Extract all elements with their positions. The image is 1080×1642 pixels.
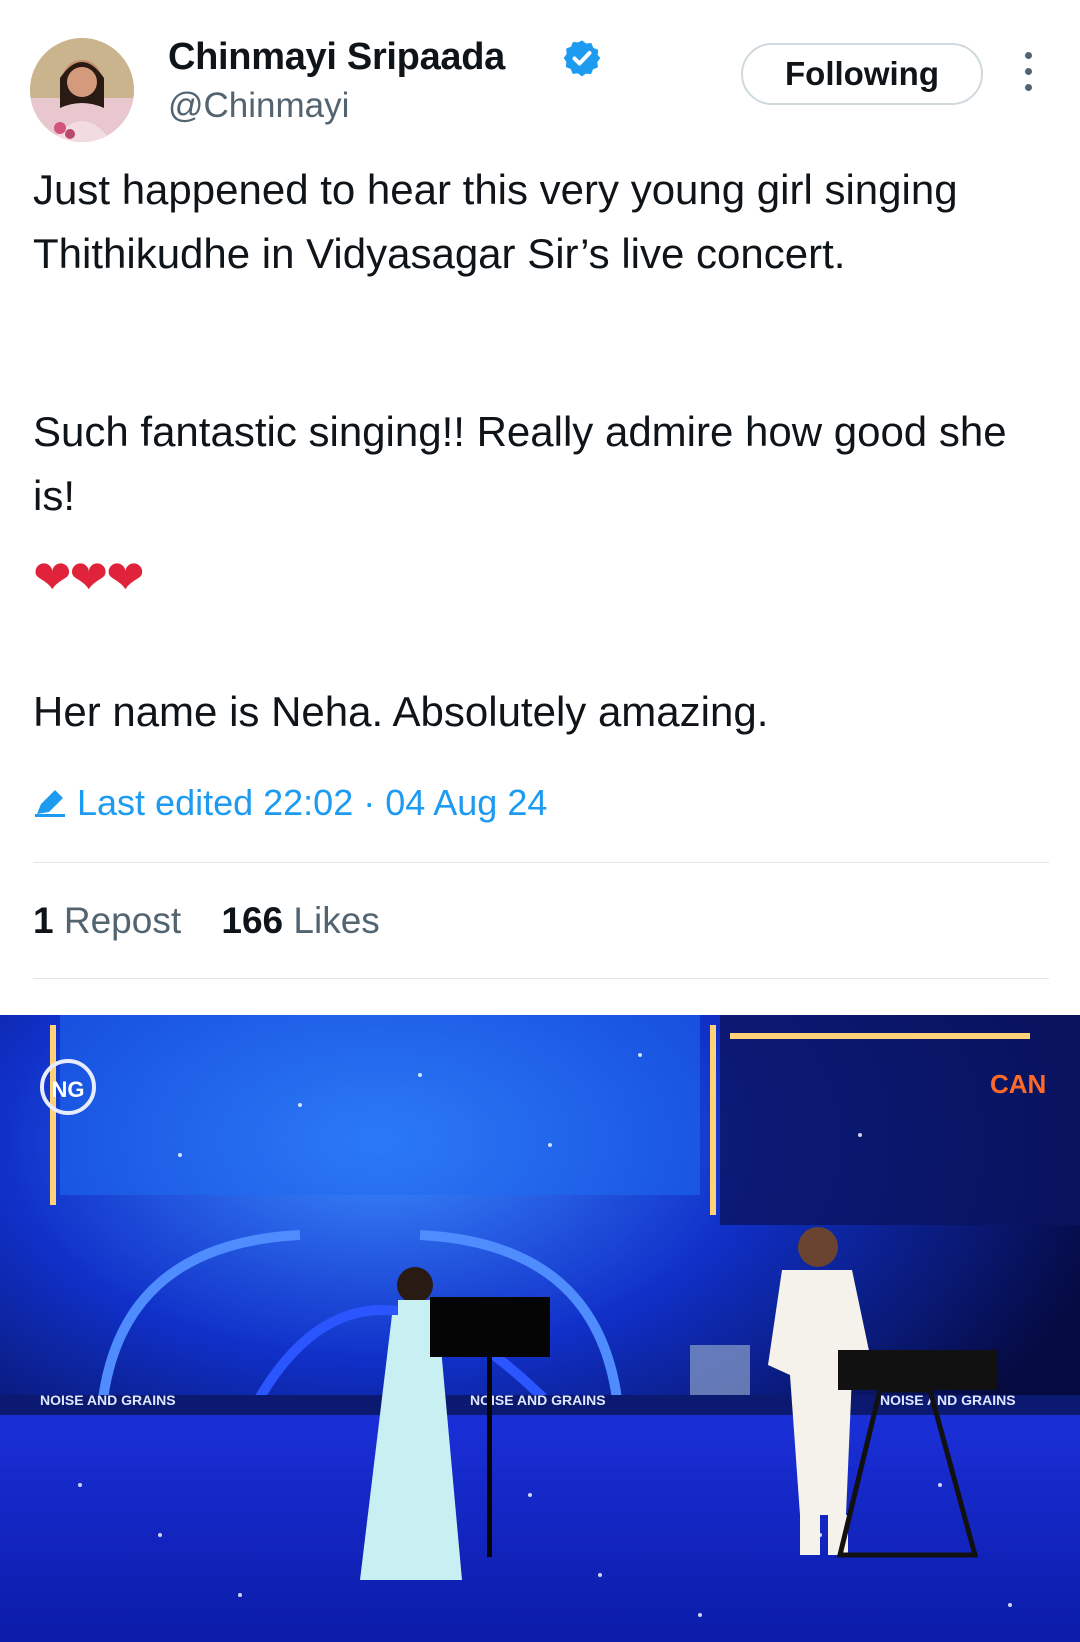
last-edited-link[interactable]: Last edited 22:02 · 04 Aug 24: [33, 782, 547, 824]
last-edited-label: Last edited 22:02 · 04 Aug 24: [77, 782, 548, 823]
likes-label: Likes: [293, 900, 380, 941]
more-options-icon[interactable]: [1018, 52, 1038, 98]
likes-count: 166: [221, 900, 284, 941]
author-avatar[interactable]: [30, 38, 134, 142]
tweet-media-image[interactable]: NG CAN NOISE AND GRAINS NOISE AND GRAINS…: [0, 1015, 1080, 1642]
author-handle[interactable]: @Chinmayi: [168, 86, 349, 126]
watermark-text: NOISE AND GRAINS: [880, 1392, 1016, 1408]
pencil-icon: [35, 790, 65, 817]
reposts-count: 1: [33, 900, 54, 941]
author-name[interactable]: Chinmayi Sripaada: [168, 36, 505, 79]
hearts-emoji: ❤❤❤: [33, 551, 145, 603]
engagement-stats: 1 Repost 166 Likes: [33, 900, 410, 942]
reposts-stat[interactable]: 1 Repost: [33, 900, 181, 941]
verified-badge-icon: [563, 40, 601, 77]
tweet-paragraph-1: Just happened to hear this very young gi…: [33, 166, 958, 277]
reposts-label: Repost: [63, 900, 182, 941]
tweet-paragraph-3: Her name is Neha. Absolutely amazing.: [33, 688, 769, 735]
divider: [33, 978, 1049, 979]
divider: [33, 862, 1049, 863]
ng-logo: NG: [52, 1077, 85, 1102]
following-button[interactable]: Following: [741, 43, 983, 105]
channel-logo: CAN: [990, 1069, 1046, 1099]
tweet-paragraph-2: Such fantastic singing!! Really admire h…: [33, 408, 1007, 519]
likes-stat[interactable]: 166 Likes: [221, 900, 379, 941]
watermark-text: NOISE AND GRAINS: [40, 1392, 176, 1408]
